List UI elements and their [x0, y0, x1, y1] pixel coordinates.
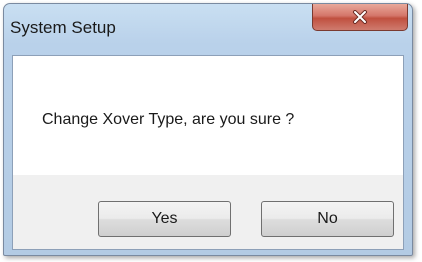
dialog-message: Change Xover Type, are you sure ?: [42, 111, 295, 128]
dialog-window: System Setup Change Xover Type, are you …: [3, 3, 413, 256]
dialog-title: System Setup: [10, 18, 116, 37]
no-button[interactable]: No: [261, 201, 394, 237]
title-bar[interactable]: System Setup: [4, 4, 412, 54]
close-icon: [353, 10, 367, 24]
close-button[interactable]: [312, 4, 408, 31]
yes-button[interactable]: Yes: [98, 201, 231, 237]
dialog-body: Change Xover Type, are you sure ? Yes No: [12, 55, 404, 250]
message-area: Change Xover Type, are you sure ?: [13, 56, 403, 175]
